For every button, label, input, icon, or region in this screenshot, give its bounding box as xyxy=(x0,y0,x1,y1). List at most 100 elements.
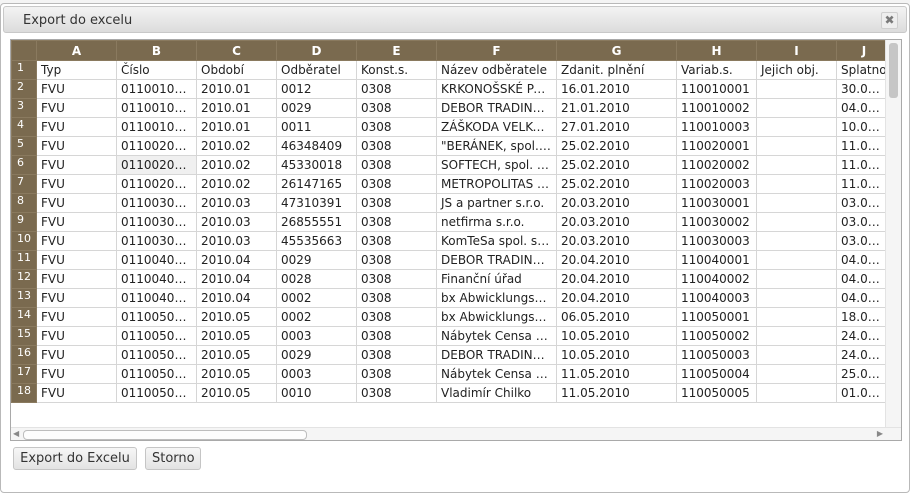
row-header[interactable]: 14 xyxy=(11,307,37,327)
table-cell[interactable]: 2010.05 xyxy=(196,326,277,346)
table-cell[interactable]: 04.02.2010 xyxy=(836,98,892,118)
table-cell[interactable]: 0308 xyxy=(356,269,437,289)
table-cell[interactable]: 2010.04 xyxy=(196,269,277,289)
row-header[interactable]: 3 xyxy=(11,98,37,118)
table-cell[interactable] xyxy=(756,174,837,194)
table-cell[interactable]: FVU xyxy=(36,174,117,194)
table-cell[interactable]: 2010.04 xyxy=(196,250,277,270)
table-cell[interactable]: 0308 xyxy=(356,288,437,308)
row-header[interactable]: 12 xyxy=(11,269,37,289)
table-cell[interactable]: 10.02.2010 xyxy=(836,117,892,137)
table-cell[interactable]: 0308 xyxy=(356,383,437,403)
table-cell[interactable] xyxy=(756,288,837,308)
table-cell[interactable]: 110010001 xyxy=(676,79,757,99)
table-cell[interactable]: 0110050003 xyxy=(116,345,197,365)
column-header[interactable]: F xyxy=(436,40,557,61)
table-cell[interactable]: FVU xyxy=(36,326,117,346)
table-cell[interactable]: Odběratel xyxy=(276,60,357,80)
table-cell[interactable]: 0110040001 xyxy=(116,250,197,270)
table-cell[interactable]: FVU xyxy=(36,364,117,384)
table-cell[interactable]: 46348409 xyxy=(276,136,357,156)
scroll-left-icon[interactable]: ◀ xyxy=(13,428,19,440)
table-cell[interactable]: SOFTECH, spol. s r.o. xyxy=(436,155,557,175)
table-cell[interactable]: Nábytek Censa s.r.o. xyxy=(436,326,557,346)
table-cell[interactable]: FVU xyxy=(36,231,117,251)
horizontal-scrollbar[interactable]: ◀ ▶ xyxy=(11,427,901,440)
table-cell[interactable]: 11.03.2010 xyxy=(836,136,892,156)
column-header[interactable]: H xyxy=(676,40,757,61)
table-cell[interactable]: Konst.s. xyxy=(356,60,437,80)
table-cell[interactable] xyxy=(756,212,837,232)
table-cell[interactable]: 20.04.2010 xyxy=(556,288,677,308)
table-cell[interactable]: 2010.03 xyxy=(196,193,277,213)
table-cell[interactable]: 26855551 xyxy=(276,212,357,232)
table-cell[interactable]: 11.05.2010 xyxy=(556,364,677,384)
table-cell[interactable]: Název odběratele xyxy=(436,60,557,80)
row-header[interactable]: 9 xyxy=(11,212,37,232)
table-cell[interactable] xyxy=(756,155,837,175)
table-cell[interactable]: 18.05.2010 xyxy=(836,307,892,327)
column-header[interactable]: C xyxy=(196,40,277,61)
table-cell[interactable]: JS a partner s.r.o. xyxy=(436,193,557,213)
vertical-scroll-thumb[interactable] xyxy=(889,43,898,98)
dialog-titlebar[interactable]: Export do excelu ✖ xyxy=(3,6,907,33)
table-cell[interactable]: 0029 xyxy=(276,345,357,365)
table-cell[interactable]: FVU xyxy=(36,193,117,213)
row-header[interactable]: 16 xyxy=(11,345,37,365)
table-cell[interactable]: FVU xyxy=(36,250,117,270)
table-cell[interactable]: 11.05.2010 xyxy=(556,383,677,403)
table-cell[interactable]: 2010.02 xyxy=(196,174,277,194)
table-cell[interactable] xyxy=(756,383,837,403)
table-cell[interactable] xyxy=(756,269,837,289)
row-header[interactable]: 5 xyxy=(11,136,37,156)
table-cell[interactable]: 110010003 xyxy=(676,117,757,137)
table-cell[interactable]: 47310391 xyxy=(276,193,357,213)
table-cell[interactable]: 110050001 xyxy=(676,307,757,327)
table-cell[interactable]: 0308 xyxy=(356,98,437,118)
column-header[interactable]: E xyxy=(356,40,437,61)
table-cell[interactable]: 0003 xyxy=(276,364,357,384)
table-cell[interactable] xyxy=(756,307,837,327)
table-cell[interactable]: 0308 xyxy=(356,155,437,175)
table-cell[interactable]: 24.05.2010 xyxy=(836,345,892,365)
table-cell[interactable]: 110010002 xyxy=(676,98,757,118)
table-cell[interactable]: FVU xyxy=(36,307,117,327)
table-cell[interactable]: 0110030003 xyxy=(116,231,197,251)
table-cell[interactable] xyxy=(756,326,837,346)
table-cell[interactable]: 0010 xyxy=(276,383,357,403)
table-cell[interactable]: 0002 xyxy=(276,288,357,308)
table-cell[interactable] xyxy=(756,117,837,137)
table-cell[interactable]: 0028 xyxy=(276,269,357,289)
table-cell[interactable]: 0308 xyxy=(356,117,437,137)
table-cell[interactable]: Jejich obj. xyxy=(756,60,837,80)
table-cell[interactable]: 0308 xyxy=(356,364,437,384)
table-cell[interactable]: 45535663 xyxy=(276,231,357,251)
table-cell[interactable]: 110040003 xyxy=(676,288,757,308)
table-cell[interactable]: 01.06.2010 xyxy=(836,383,892,403)
table-cell[interactable]: 03.04.2010 xyxy=(836,193,892,213)
table-cell[interactable]: FVU xyxy=(36,212,117,232)
table-cell[interactable]: ZÁŠKODA VELKOOBCHOD xyxy=(436,117,557,137)
column-header[interactable]: I xyxy=(756,40,837,61)
table-cell[interactable]: FVU xyxy=(36,79,117,99)
table-cell[interactable]: 0110010002 xyxy=(116,98,197,118)
close-icon[interactable]: ✖ xyxy=(881,12,898,29)
table-cell[interactable]: 03.04.2010 xyxy=(836,212,892,232)
table-cell[interactable]: Finanční úřad xyxy=(436,269,557,289)
table-cell[interactable] xyxy=(756,345,837,365)
table-cell[interactable]: 0110050005 xyxy=(116,383,197,403)
table-cell[interactable]: 20.04.2010 xyxy=(556,250,677,270)
table-cell[interactable]: 0308 xyxy=(356,79,437,99)
cancel-button[interactable]: Storno xyxy=(145,447,201,470)
table-cell[interactable] xyxy=(756,250,837,270)
table-cell[interactable]: 110050003 xyxy=(676,345,757,365)
table-cell[interactable]: Variab.s. xyxy=(676,60,757,80)
table-cell[interactable]: Období xyxy=(196,60,277,80)
row-header[interactable]: 10 xyxy=(11,231,37,251)
table-cell[interactable]: 0110030001 xyxy=(116,193,197,213)
table-cell[interactable]: 110020002 xyxy=(676,155,757,175)
table-cell[interactable]: 2010.03 xyxy=(196,212,277,232)
table-cell[interactable]: 26147165 xyxy=(276,174,357,194)
table-cell[interactable]: 0308 xyxy=(356,307,437,327)
table-cell[interactable]: Zdanit. plnění xyxy=(556,60,677,80)
